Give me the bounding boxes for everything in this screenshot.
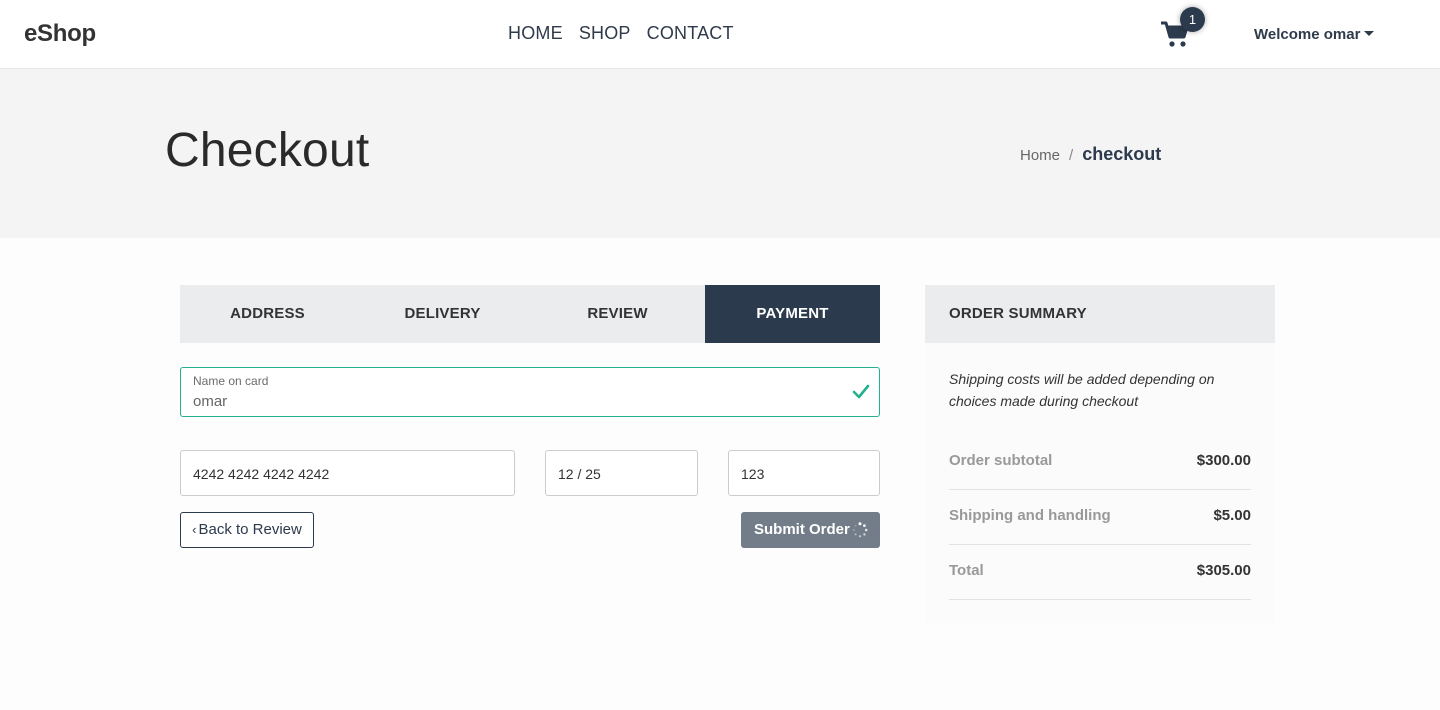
- summary-label: Shipping and handling: [949, 507, 1111, 524]
- cart-button[interactable]: 1: [1160, 7, 1205, 50]
- main-nav: HOME SHOP CONTACT: [508, 23, 734, 44]
- card-expiry-input[interactable]: 12 / 25: [545, 450, 698, 496]
- order-summary-header: ORDER SUMMARY: [925, 285, 1275, 343]
- name-on-card-label: Name on card: [193, 374, 269, 388]
- user-greeting: Welcome omar: [1254, 26, 1361, 43]
- summary-row-total: Total $305.00: [949, 545, 1251, 600]
- user-menu-dropdown[interactable]: Welcome omar: [1254, 26, 1375, 43]
- summary-value: $305.00: [1196, 562, 1251, 579]
- summary-label: Order subtotal: [949, 452, 1053, 469]
- name-on-card-field[interactable]: Name on card: [180, 367, 880, 417]
- nav-contact-link[interactable]: CONTACT: [647, 23, 734, 44]
- breadcrumb-current: checkout: [1082, 144, 1162, 164]
- cart-count-badge: 1: [1180, 7, 1205, 32]
- page-header: Checkout Home / checkout: [0, 69, 1440, 238]
- summary-value: $300.00: [1196, 452, 1251, 469]
- breadcrumb-separator: /: [1069, 147, 1074, 164]
- card-number-input[interactable]: 4242 4242 4242 4242: [180, 450, 515, 496]
- back-to-review-label: Back to Review: [198, 521, 302, 538]
- caret-down-icon: [1364, 30, 1375, 36]
- summary-row-subtotal: Order subtotal $300.00: [949, 435, 1251, 490]
- step-delivery[interactable]: DELIVERY: [355, 285, 530, 343]
- step-payment[interactable]: PAYMENT: [705, 285, 880, 343]
- back-to-review-button[interactable]: ‹ Back to Review: [180, 512, 314, 548]
- step-address[interactable]: ADDRESS: [180, 285, 355, 343]
- page-title: Checkout: [165, 124, 370, 177]
- breadcrumb-home-link[interactable]: Home: [1020, 147, 1060, 164]
- check-icon: [852, 384, 870, 399]
- nav-home-link[interactable]: HOME: [508, 23, 563, 44]
- shipping-note: Shipping costs will be added depending o…: [949, 371, 1215, 409]
- summary-row-shipping: Shipping and handling $5.00: [949, 490, 1251, 545]
- checkout-steps: ADDRESS DELIVERY REVIEW PAYMENT: [180, 285, 880, 343]
- breadcrumb: Home / checkout: [1020, 144, 1161, 165]
- loading-spinner-icon: [852, 522, 868, 538]
- summary-value: $5.00: [1213, 507, 1251, 524]
- nav-shop-link[interactable]: SHOP: [579, 23, 631, 44]
- brand-logo[interactable]: eShop: [24, 20, 96, 48]
- summary-label: Total: [949, 562, 984, 579]
- top-navbar: eShop HOME SHOP CONTACT 1 Welcome omar: [0, 0, 1440, 69]
- card-cvc-input[interactable]: 123: [728, 450, 880, 496]
- chevron-left-icon: ‹: [192, 522, 197, 537]
- submit-order-label: Submit Order: [754, 521, 850, 538]
- submit-order-button[interactable]: Submit Order: [741, 512, 880, 548]
- name-on-card-input[interactable]: [193, 393, 833, 410]
- step-review[interactable]: REVIEW: [530, 285, 705, 343]
